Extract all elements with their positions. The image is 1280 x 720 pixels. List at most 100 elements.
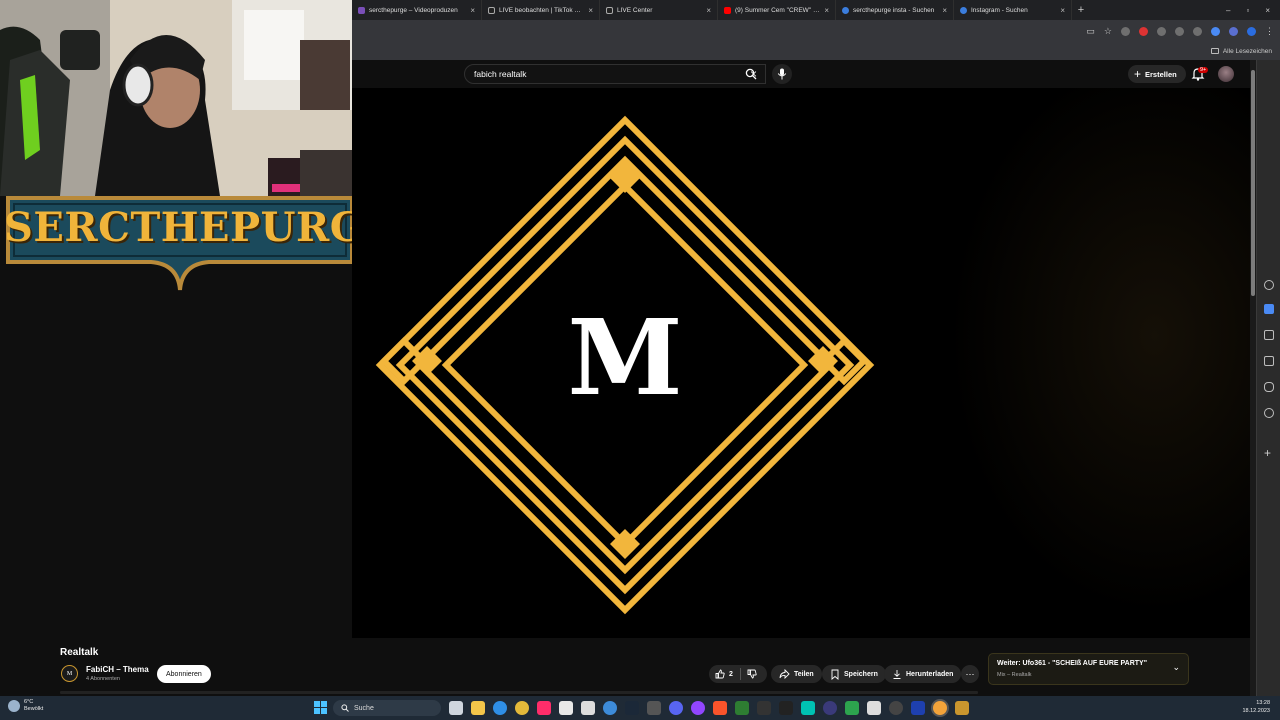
chrome-active-icon[interactable] — [933, 701, 947, 715]
browser-tab[interactable]: (9) Summer Cem "CREW" | offi × — [718, 0, 836, 20]
browser-tab[interactable]: sercthepurge – Videoproduzen × — [352, 0, 482, 20]
share-button[interactable]: Teilen — [771, 665, 822, 683]
app-icon[interactable] — [757, 701, 771, 715]
weather-text: Bewölkt — [24, 706, 44, 712]
voice-search-button[interactable] — [772, 64, 792, 84]
close-window-icon[interactable]: × — [1265, 6, 1270, 15]
save-label: Speichern — [844, 670, 878, 678]
thumbs-up-icon[interactable] — [715, 669, 725, 679]
close-tab-icon[interactable]: × — [824, 6, 829, 15]
app-icon[interactable] — [867, 701, 881, 715]
browser-tab[interactable]: LIVE beobachten | TikTok LIVE × — [482, 0, 600, 20]
all-bookmarks-link[interactable]: Alle Lesezeichen — [1223, 48, 1272, 55]
app-icon[interactable] — [779, 701, 793, 715]
file-explorer-icon[interactable] — [471, 701, 485, 715]
extension-icon[interactable] — [1175, 26, 1184, 36]
profile-icon[interactable] — [1229, 26, 1238, 36]
search-input[interactable]: fabich realtalk × — [464, 64, 766, 84]
subscribe-button[interactable]: Abonnieren — [157, 665, 211, 683]
bookmarks-bar: Alle Lesezeichen — [352, 42, 1280, 60]
chat-side-icon[interactable] — [1264, 304, 1274, 314]
chrome-icon[interactable] — [515, 701, 529, 715]
taskbar-search[interactable]: Suche — [333, 700, 441, 716]
like-divider — [739, 668, 741, 680]
start-button[interactable] — [314, 701, 327, 714]
webcam-overlay — [0, 0, 352, 196]
window-controls: – ▫ × — [1226, 6, 1280, 15]
app-icon[interactable] — [911, 701, 925, 715]
extension-icon[interactable] — [1193, 26, 1202, 36]
search-side-icon[interactable] — [1264, 280, 1274, 290]
add-side-icon[interactable]: + — [1264, 446, 1271, 460]
app-icon[interactable] — [691, 701, 705, 715]
video-logo-frame — [375, 115, 875, 615]
notes-side-icon[interactable] — [1264, 330, 1274, 340]
extension-icon[interactable] — [1247, 26, 1256, 36]
app-icon[interactable] — [955, 701, 969, 715]
extension-icon[interactable] — [1121, 26, 1130, 36]
extension-icon[interactable] — [1157, 26, 1166, 36]
minecraft-icon[interactable] — [735, 701, 749, 715]
new-tab-button[interactable]: + — [1072, 4, 1090, 16]
app-icon[interactable] — [603, 701, 617, 715]
chevron-down-icon[interactable]: ⌄ — [1172, 662, 1180, 673]
tiktok-app-icon[interactable] — [537, 701, 551, 715]
thumbs-down-icon[interactable] — [747, 669, 757, 679]
tiktok-studio-icon[interactable] — [559, 701, 573, 715]
extension-icon[interactable] — [1211, 26, 1220, 36]
close-tab-icon[interactable]: × — [942, 6, 947, 15]
up-next-subtitle: Mix – Realtalk — [997, 672, 1032, 678]
close-tab-icon[interactable]: × — [588, 6, 593, 15]
app-icon[interactable] — [823, 701, 837, 715]
up-next-card[interactable]: Weiter: Ufo361 - "SCHEIß AUF EURE PARTY"… — [988, 653, 1189, 685]
extension-icon[interactable] — [1139, 26, 1148, 36]
download-button[interactable]: Herunterladen — [884, 665, 962, 683]
account-avatar[interactable] — [1218, 66, 1234, 82]
windows-taskbar: 6°C Bewölkt Suche 13:28 18.12.2023 — [0, 696, 1280, 720]
app-icon[interactable] — [845, 701, 859, 715]
channel-avatar[interactable]: M — [61, 665, 78, 682]
app-icon[interactable] — [801, 701, 815, 715]
search-button[interactable] — [736, 64, 766, 84]
folder-icon — [1210, 48, 1219, 54]
tools-side-icon[interactable] — [1264, 408, 1274, 418]
discord-icon[interactable] — [669, 701, 683, 715]
tab-title: Instagram - Suchen — [971, 6, 1028, 14]
tab-title: LIVE beobachten | TikTok LIVE — [499, 6, 585, 14]
browser-menu-icon[interactable]: ⋮ — [1265, 26, 1274, 37]
edge-icon[interactable] — [493, 701, 507, 715]
install-app-icon[interactable]: ▭ — [1086, 26, 1095, 37]
browser-tab[interactable]: sercthepurge insta - Suchen × — [836, 0, 954, 20]
notification-badge: 9+ — [1198, 67, 1209, 73]
close-tab-icon[interactable]: × — [1060, 6, 1065, 15]
scrollbar-thumb[interactable] — [1251, 70, 1255, 296]
browser-tab[interactable]: LIVE Center × — [600, 0, 718, 20]
bookmark-star-icon[interactable]: ☆ — [1104, 26, 1112, 37]
close-tab-icon[interactable]: × — [706, 6, 711, 15]
system-clock[interactable]: 13:28 18.12.2023 — [1242, 699, 1270, 715]
minimize-icon[interactable]: – — [1226, 6, 1230, 15]
streamer-name: SERCTHEPURGE — [4, 204, 396, 251]
app-icon[interactable] — [647, 701, 661, 715]
brave-icon[interactable] — [713, 701, 727, 715]
games-side-icon[interactable] — [1264, 382, 1274, 392]
webcam-feed-image — [0, 0, 352, 196]
capcut-icon[interactable] — [581, 701, 595, 715]
browser-tab[interactable]: Instagram - Suchen × — [954, 0, 1072, 20]
steam-icon[interactable] — [625, 701, 639, 715]
weather-widget[interactable]: 6°C Bewölkt — [8, 699, 43, 713]
up-next-title: Weiter: Ufo361 - "SCHEIß AUF EURE PARTY" — [997, 660, 1148, 667]
app-icon[interactable] — [889, 701, 903, 715]
edit-side-icon[interactable] — [1264, 356, 1274, 366]
close-tab-icon[interactable]: × — [470, 6, 475, 15]
create-button[interactable]: + Erstellen — [1128, 65, 1186, 83]
channel-name[interactable]: FabiCH – Thema — [86, 665, 149, 674]
more-actions-button[interactable]: ⋯ — [961, 665, 979, 683]
maximize-icon[interactable]: ▫ — [1246, 6, 1249, 15]
save-button[interactable]: Speichern — [822, 665, 886, 683]
clock-time: 13:28 — [1256, 700, 1270, 706]
like-dislike-group: 2 — [709, 665, 767, 683]
tab-title: sercthepurge insta - Suchen — [853, 6, 935, 14]
video-player[interactable]: M — [352, 88, 1250, 638]
task-view-icon[interactable] — [449, 701, 463, 715]
